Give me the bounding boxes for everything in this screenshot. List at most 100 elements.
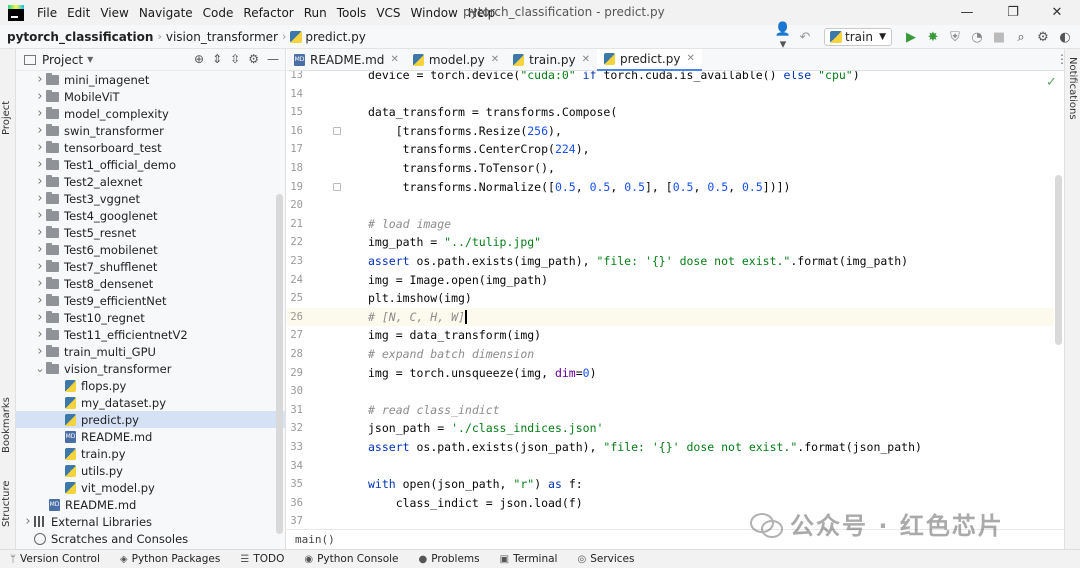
status-todo[interactable]: ☰ TODO: [230, 553, 294, 565]
menu-view[interactable]: View: [95, 6, 133, 20]
status-python-packages[interactable]: ◈ Python Packages: [110, 553, 230, 565]
restore-icon[interactable]: ❐: [990, 0, 1036, 25]
chevron-right-icon[interactable]: ›: [34, 106, 46, 121]
tree-item[interactable]: train.py: [16, 445, 285, 462]
close-tab-icon[interactable]: ✕: [686, 53, 694, 64]
code-editor[interactable]: 13 device = torch.device("cuda:0" if torc…: [287, 71, 1054, 529]
fold-marker-icon[interactable]: [333, 126, 341, 135]
structure-tool-button[interactable]: Structure: [1, 480, 12, 527]
profile-icon[interactable]: ◔: [966, 30, 988, 45]
bookmarks-tool-button[interactable]: Bookmarks: [1, 397, 12, 453]
notifications-tool-button[interactable]: Notifications: [1067, 57, 1078, 120]
status-python-console[interactable]: ◉ Python Console: [294, 553, 408, 565]
menu-window[interactable]: Window: [406, 6, 463, 20]
code-line[interactable]: 26 # [N, C, H, W]: [287, 307, 1054, 327]
tree-item[interactable]: › mini_imagenet: [16, 71, 285, 88]
code-line[interactable]: 31 # read class_indict: [287, 401, 1054, 420]
user-icon[interactable]: 👤▾: [772, 22, 794, 52]
tree-item[interactable]: utils.py: [16, 462, 285, 479]
code-line[interactable]: 30: [287, 382, 1054, 401]
tree-item[interactable]: › Test3_vggnet: [16, 190, 285, 207]
chevron-right-icon[interactable]: ›: [34, 344, 46, 359]
close-tab-icon[interactable]: ✕: [582, 54, 590, 65]
tree-item[interactable]: › Test7_shufflenet: [16, 258, 285, 275]
search-icon[interactable]: ⌕: [1010, 30, 1032, 45]
tree-item[interactable]: › swin_transformer: [16, 122, 285, 139]
tree-item[interactable]: ⌄ vision_transformer: [16, 360, 285, 377]
tree-item[interactable]: flops.py: [16, 377, 285, 394]
tree-item[interactable]: › Test8_densenet: [16, 275, 285, 292]
collapse-all-icon[interactable]: ⇳: [230, 52, 240, 66]
locate-icon[interactable]: ⊕: [194, 52, 204, 66]
back-arrow-icon[interactable]: ↶: [794, 30, 816, 45]
chevron-right-icon[interactable]: ›: [34, 259, 46, 274]
code-line[interactable]: 14: [287, 85, 1054, 104]
menu-tools[interactable]: Tools: [332, 6, 372, 20]
status-problems[interactable]: ● Problems: [409, 553, 490, 565]
code-line[interactable]: 27 img = data_transform(img): [287, 326, 1054, 345]
tree-item[interactable]: › Test11_efficientnetV2: [16, 326, 285, 343]
expand-all-icon[interactable]: ⇕: [212, 52, 222, 66]
tab-readme-md[interactable]: MD README.md ✕: [287, 49, 406, 71]
chevron-right-icon[interactable]: ›: [34, 276, 46, 291]
chevron-right-icon[interactable]: ›: [34, 89, 46, 104]
breadcrumb-project[interactable]: pytorch_classification: [0, 30, 157, 44]
code-line[interactable]: 32 json_path = './class_indices.json': [287, 419, 1054, 438]
minimize-icon[interactable]: —: [944, 0, 990, 25]
code-line[interactable]: 18 transforms.ToTensor(),: [287, 159, 1054, 178]
run-icon[interactable]: ▶: [900, 30, 922, 45]
chevron-right-icon[interactable]: ›: [34, 191, 46, 206]
breadcrumb-folder[interactable]: vision_transformer: [162, 30, 282, 44]
tree-item[interactable]: › Test2_alexnet: [16, 173, 285, 190]
chevron-right-icon[interactable]: ›: [34, 140, 46, 155]
code-line[interactable]: 17 transforms.CenterCrop(224),: [287, 140, 1054, 159]
tree-item[interactable]: › MobileViT: [16, 88, 285, 105]
chevron-right-icon[interactable]: ›: [34, 293, 46, 308]
code-line[interactable]: 33 assert os.path.exists(json_path), "fil…: [287, 438, 1054, 457]
tree-item[interactable]: › External Libraries: [16, 513, 285, 530]
tree-item[interactable]: predict.py: [16, 411, 285, 428]
chevron-right-icon[interactable]: ›: [34, 327, 46, 342]
tree-item[interactable]: › Test5_resnet: [16, 224, 285, 241]
chevron-right-icon[interactable]: ›: [22, 514, 34, 529]
code-line[interactable]: 25 plt.imshow(img): [287, 289, 1054, 308]
tree-scrollbar[interactable]: [276, 194, 283, 534]
project-panel-title[interactable]: Project: [42, 53, 83, 67]
menu-vcs[interactable]: VCS: [371, 6, 405, 20]
menu-refactor[interactable]: Refactor: [238, 6, 298, 20]
chevron-right-icon[interactable]: ›: [34, 72, 46, 87]
chevron-right-icon[interactable]: ›: [34, 242, 46, 257]
run-config-select[interactable]: train ▼: [824, 28, 892, 46]
tree-item[interactable]: MD README.md: [16, 496, 285, 513]
menu-run[interactable]: Run: [299, 6, 332, 20]
tab-predict-py[interactable]: predict.py ✕: [596, 48, 702, 71]
menu-edit[interactable]: Edit: [62, 6, 95, 20]
code-line[interactable]: 19 transforms.Normalize([0.5, 0.5, 0.5],…: [287, 178, 1054, 197]
tree-item[interactable]: Scratches and Consoles: [16, 530, 285, 547]
tree-item[interactable]: › Test10_regnet: [16, 309, 285, 326]
close-icon[interactable]: ✕: [1034, 0, 1080, 25]
chevron-down-icon[interactable]: ⌄: [34, 362, 46, 375]
close-tab-icon[interactable]: ✕: [491, 54, 499, 65]
tree-item[interactable]: MD README.md: [16, 428, 285, 445]
tree-item[interactable]: › Test6_mobilenet: [16, 241, 285, 258]
gear-icon[interactable]: ⚙: [248, 52, 259, 66]
chevron-right-icon[interactable]: ›: [34, 123, 46, 138]
tree-item[interactable]: › train_multi_GPU: [16, 343, 285, 360]
fold-marker-icon[interactable]: [333, 182, 341, 191]
code-line[interactable]: 23 assert os.path.exists(img_path), "file…: [287, 252, 1054, 271]
code-line[interactable]: 28 # expand batch dimension: [287, 345, 1054, 364]
chevron-right-icon[interactable]: ›: [34, 225, 46, 240]
tree-item[interactable]: my_dataset.py: [16, 394, 285, 411]
tree-item[interactable]: › model_complexity: [16, 105, 285, 122]
stop-icon[interactable]: ■: [988, 30, 1010, 45]
gear-icon[interactable]: ⚙: [1032, 30, 1054, 45]
editor-scrollbar[interactable]: [1055, 175, 1062, 345]
debug-icon[interactable]: ✸: [922, 30, 944, 45]
chevron-right-icon[interactable]: ›: [34, 208, 46, 223]
tree-item[interactable]: › Test1_official_demo: [16, 156, 285, 173]
tab-model-py[interactable]: model.py ✕: [406, 49, 506, 71]
coverage-icon[interactable]: ⛨: [944, 30, 966, 45]
code-line[interactable]: 21 # load image: [287, 215, 1054, 234]
tree-item[interactable]: › Test9_efficientNet: [16, 292, 285, 309]
